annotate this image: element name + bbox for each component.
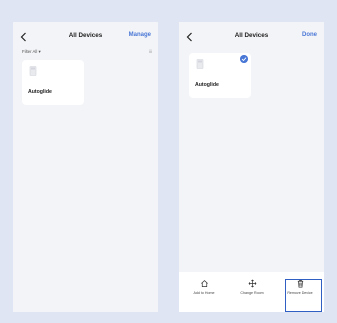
checkmark-icon[interactable]: [240, 55, 248, 63]
change-room-label: Change Room: [240, 291, 264, 295]
count-indicator: iii: [149, 49, 152, 54]
change-room-button[interactable]: Change Room: [229, 277, 275, 305]
done-button[interactable]: Done: [302, 32, 317, 38]
header: All Devices Done: [179, 32, 324, 44]
right-screen: All Devices Done Autoglide Add to Home C…: [179, 22, 324, 312]
add-to-home-label: Add to Home: [193, 291, 215, 295]
device-icon: [196, 59, 204, 69]
add-to-home-button[interactable]: Add to Home: [181, 277, 227, 305]
move-arrows-icon: [248, 279, 256, 288]
highlight-box: [285, 279, 322, 312]
header: All Devices Manage: [13, 32, 158, 44]
device-name: Autoglide: [195, 82, 219, 88]
chevron-down-icon: ▾: [38, 49, 41, 54]
home-icon: [200, 280, 208, 288]
manage-button[interactable]: Manage: [129, 32, 151, 38]
left-screen: All Devices Manage Filter All ▾ iii Auto…: [13, 22, 158, 312]
device-card-selected[interactable]: Autoglide: [189, 53, 251, 98]
device-card[interactable]: Autoglide: [22, 60, 84, 105]
device-icon: [29, 66, 37, 76]
filter-label: Filter All: [22, 49, 38, 54]
filter-dropdown[interactable]: Filter All ▾: [22, 49, 41, 55]
device-name: Autoglide: [28, 89, 52, 95]
